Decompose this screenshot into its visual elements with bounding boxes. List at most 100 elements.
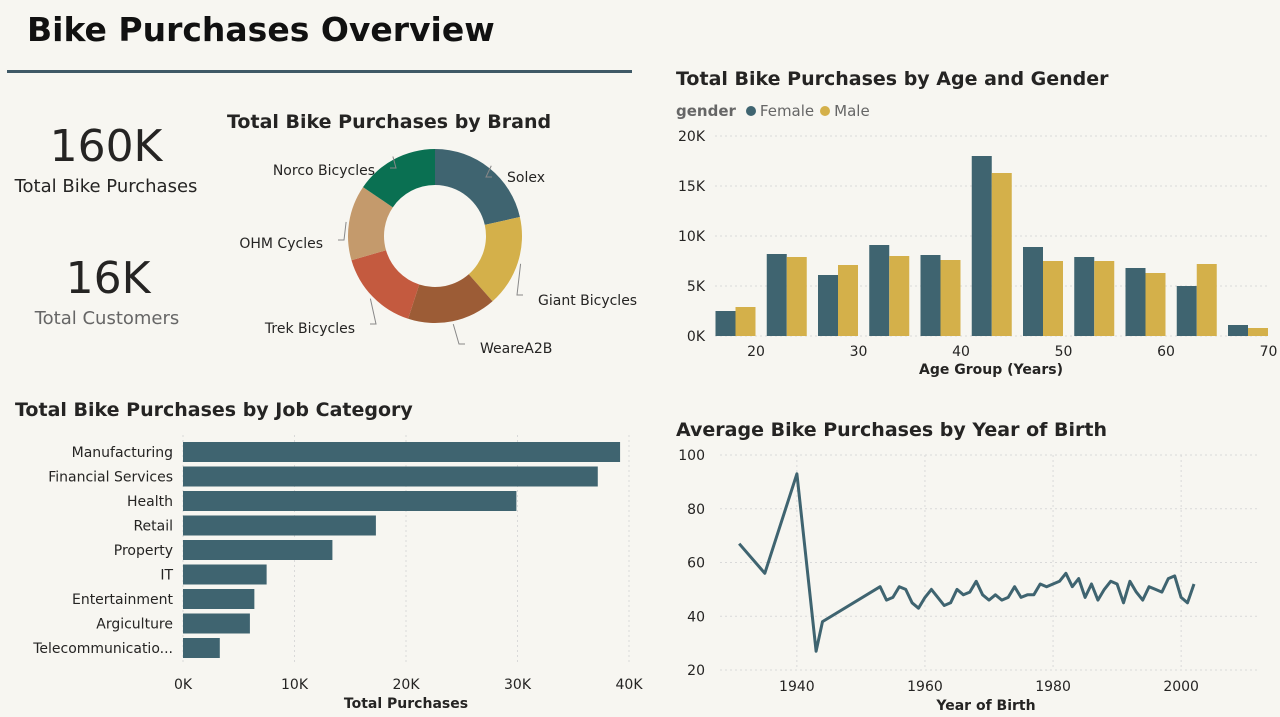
y-tick-label: 100 [678, 448, 705, 464]
job-category-label: Entertainment [72, 592, 174, 608]
job-bar [183, 515, 376, 536]
male-bar [786, 257, 807, 336]
male-legend-dot [820, 106, 831, 116]
donut-leader-line [369, 298, 377, 325]
y-tick-label: 80 [687, 502, 705, 518]
x-axis-title: Total Purchases [344, 696, 468, 712]
y-tick-label: 60 [687, 556, 705, 572]
y-tick-label: 10K [678, 229, 706, 245]
job-category-label: Financial Services [48, 470, 173, 486]
job-chart-title: Total Bike Purchases by Job Category [15, 399, 413, 421]
female-bar [920, 255, 941, 336]
y-tick-label: 15K [678, 179, 706, 195]
brand-chart-title: Total Bike Purchases by Brand [227, 111, 552, 133]
female-bar [818, 275, 838, 336]
y-tick-label: 20 [687, 663, 705, 679]
total-purchases-value: 160K [49, 121, 163, 172]
legend-item-male[interactable]: Male [820, 102, 870, 120]
male-bar [1043, 261, 1063, 336]
x-axis-title: Age Group (Years) [919, 362, 1063, 378]
legend-label-female: Female [759, 102, 815, 120]
x-tick-label: 20 [747, 344, 765, 360]
female-bar [1176, 286, 1197, 336]
female-legend-dot [745, 106, 756, 116]
male-bar [1145, 273, 1166, 336]
job-category-label: Retail [133, 519, 173, 535]
y-tick-label: 40 [687, 609, 705, 625]
donut-label: Trek Bicycles [264, 321, 355, 337]
job-category-bar-chart: 0K 10K 20K 30K 40K Manufacturing Financial Ser… [32, 435, 644, 712]
age-gender-chart-title: Total Bike Purchases by Age and Gender [676, 68, 1109, 90]
y-tick-label: 5K [687, 279, 706, 295]
x-tick-label: 10K [281, 677, 309, 693]
donut-label: Giant Bicycles [538, 293, 637, 309]
year-of-birth-line-chart: 20 40 60 80 100 1940 1960 1980 2000 Year of Birth [678, 448, 1258, 714]
female-bar [1228, 325, 1248, 336]
job-bar [183, 589, 255, 609]
gender-legend: gender Female Male [676, 102, 870, 120]
x-tick-label: 70 [1260, 344, 1278, 360]
job-bar [183, 466, 598, 487]
x-tick-label: 30K [504, 677, 532, 693]
legend-item-female[interactable]: Female [745, 102, 815, 120]
x-tick-label: 2000 [1163, 679, 1199, 695]
job-category-label: Health [127, 494, 173, 510]
job-bar [183, 491, 517, 511]
yob-chart-title: Average Bike Purchases by Year of Birth [676, 419, 1107, 441]
donut-label: OHM Cycles [239, 236, 323, 252]
x-axis-title: Year of Birth [935, 698, 1035, 714]
job-bar [183, 564, 267, 585]
job-bar [183, 613, 250, 634]
female-bar [869, 245, 890, 336]
x-tick-label: 40 [952, 344, 970, 360]
donut-label: WeareA2B [480, 341, 552, 357]
donut-leader-line [452, 323, 465, 345]
donut-leader-line [516, 263, 523, 296]
page-title: Bike Purchases Overview [27, 10, 495, 49]
x-tick-label: 0K [174, 677, 193, 693]
female-bar [766, 254, 787, 336]
job-category-label: IT [160, 568, 173, 584]
donut-slice [351, 250, 420, 319]
x-tick-label: 40K [616, 677, 644, 693]
female-bar [715, 311, 736, 336]
female-bar [971, 156, 992, 336]
legend-title: gender [676, 102, 736, 120]
x-tick-label: 1980 [1035, 679, 1071, 695]
y-tick-label: 20K [678, 129, 706, 145]
legend-label-male: Male [834, 102, 870, 120]
donut-slice [435, 149, 520, 225]
x-tick-label: 1940 [779, 679, 815, 695]
job-bar [183, 442, 621, 462]
male-bar [735, 307, 756, 336]
x-tick-label: 20K [393, 677, 421, 693]
age-gender-bar-chart: 0K 5K 10K 15K 20K 20 30 40 50 60 70 Age Group (Year… [678, 129, 1278, 378]
job-category-label: Telecommunicatio... [32, 641, 173, 657]
x-tick-label: 60 [1157, 344, 1175, 360]
job-category-label: Manufacturing [72, 445, 173, 461]
male-bar [1248, 328, 1268, 336]
male-bar [991, 173, 1012, 336]
x-tick-label: 50 [1055, 344, 1073, 360]
male-bar [1094, 261, 1115, 336]
donut-leader-line [338, 221, 347, 241]
female-bar [1125, 268, 1146, 336]
total-customers-value: 16K [65, 253, 151, 304]
donut-label: Norco Bicycles [273, 163, 375, 179]
male-bar [940, 260, 961, 336]
x-tick-label: 30 [850, 344, 868, 360]
female-bar [1074, 257, 1095, 336]
male-bar [889, 256, 910, 336]
donut-label: Solex [507, 170, 545, 186]
job-category-label: Argiculture [96, 617, 173, 633]
male-bar [1196, 264, 1217, 336]
brand-donut-chart: Solex Giant Bicycles WeareA2B Trek Bicycles… [239, 149, 637, 357]
male-bar [838, 265, 858, 336]
job-bar [183, 540, 333, 560]
x-tick-label: 1960 [907, 679, 943, 695]
title-divider [7, 70, 632, 73]
female-bar [1023, 247, 1043, 336]
y-tick-label: 0K [687, 329, 706, 345]
job-bar [183, 638, 220, 658]
job-category-label: Property [114, 543, 173, 559]
